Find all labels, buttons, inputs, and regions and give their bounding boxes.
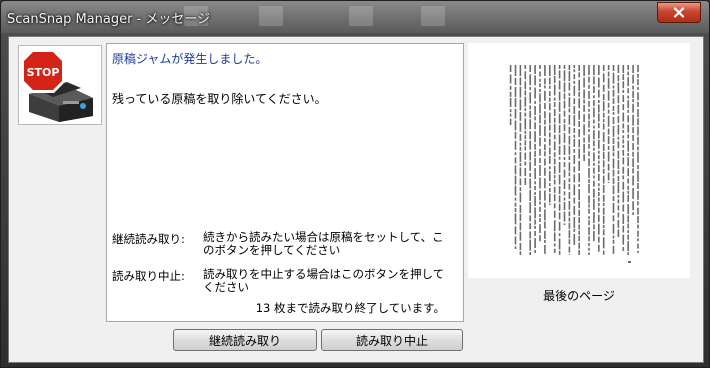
taskbar-thumbnail-icon [259,6,283,26]
dialog-content: STOP 原稿ジャムが発生しました。 残っている原稿を取り除いてください。 継続… [8,36,704,363]
svg-text:STOP: STOP [27,66,60,79]
close-button[interactable] [657,2,701,23]
message-panel: 原稿ジャムが発生しました。 残っている原稿を取り除いてください。 継続読み取り:… [106,43,464,322]
taskbar-thumbnail-icon [421,6,445,26]
stop-icon-frame: STOP [18,45,102,125]
message-body: 残っている原稿を取り除いてください。 [112,92,327,106]
stop-sign-scanner-icon: STOP [21,49,93,122]
taskbar-thumbnail-icon [349,6,373,26]
window-title: ScanSnap Manager - メッセージ [7,12,211,27]
last-page-caption: 最後のページ [543,289,615,303]
last-page-preview [468,43,690,278]
message-window: ScanSnap Manager - メッセージ STOP 原稿ジャムが発生しま… [0,0,710,368]
last-page-thumbnail [509,65,639,263]
scan-status-text: 13 枚まで読み取り終了しています。 [255,301,445,315]
title-bar[interactable]: ScanSnap Manager - メッセージ [1,1,709,33]
stop-option-description: 読み取りを中止する場合はこのボタンを押してください [203,267,445,294]
stop-option-label: 読み取り中止: [112,269,185,283]
continue-scan-button[interactable]: 継続読み取り [173,329,317,351]
close-icon [673,7,685,18]
page-number-mark [628,261,631,263]
continue-option-description: 続きから読みたい場合は原稿をセットして、このボタンを押してください [203,230,444,257]
continue-option-label: 継続読み取り: [112,232,185,246]
message-title: 原稿ジャムが発生しました。 [112,52,268,66]
stop-scan-button[interactable]: 読み取り中止 [321,329,463,351]
